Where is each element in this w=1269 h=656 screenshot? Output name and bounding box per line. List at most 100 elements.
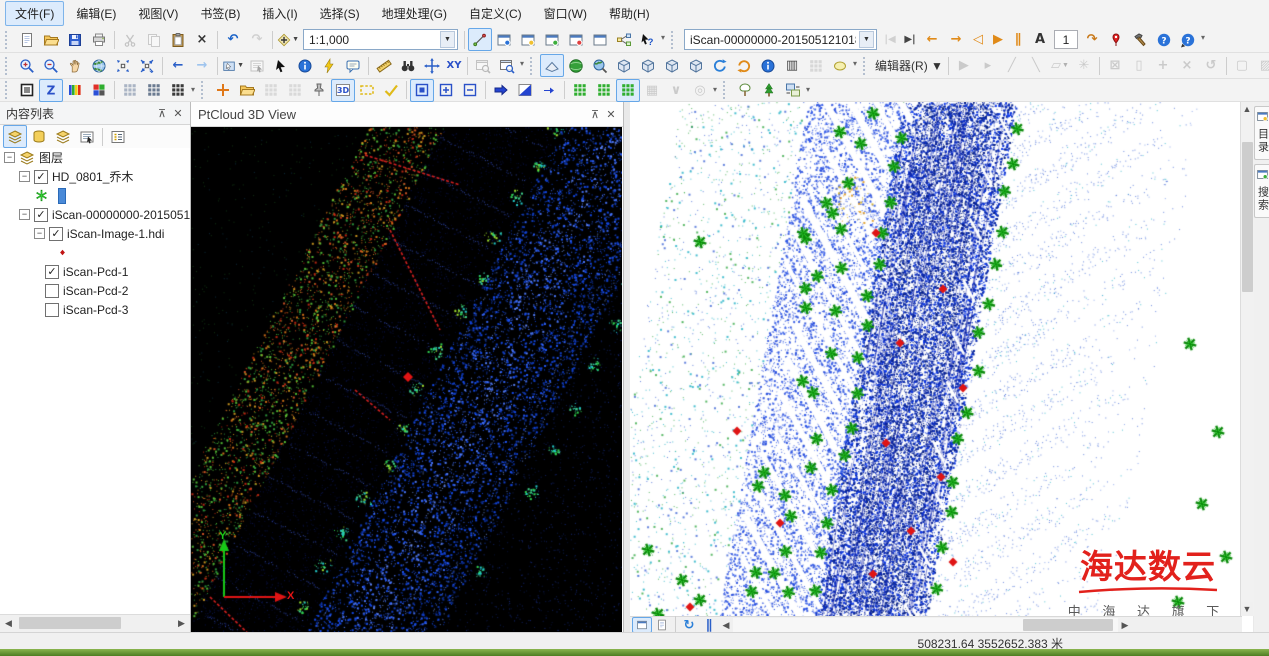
blue-triangle-icon[interactable] xyxy=(513,79,537,102)
toolbar-grip[interactable] xyxy=(671,31,677,49)
viewer-window-icon[interactable] xyxy=(471,54,495,77)
tag-grid-icon[interactable] xyxy=(804,54,828,77)
fixed-zoom-out-icon[interactable] xyxy=(135,54,159,77)
dropdown-caret-icon[interactable]: ▼ xyxy=(859,31,874,48)
tab-catalog[interactable]: 目录 xyxy=(1254,106,1269,160)
scroll-thumb[interactable] xyxy=(1242,142,1253,292)
sketch-line-icon[interactable]: ╱ xyxy=(1000,54,1024,77)
toolbar-overflow-icon[interactable]: ▾ xyxy=(713,85,717,94)
small-arrow-icon[interactable] xyxy=(537,79,561,102)
menu-item-6[interactable]: 选择(S) xyxy=(310,1,370,26)
cut-icon[interactable] xyxy=(118,28,142,51)
copy-icon[interactable] xyxy=(142,28,166,51)
point-grid-light-icon[interactable] xyxy=(118,79,142,102)
point-grid-mid-icon[interactable] xyxy=(142,79,166,102)
tree-row-layer-iscan-project[interactable]: −✓iScan-00000000-20150512101800 xyxy=(0,205,190,224)
menu-item-5[interactable]: 插入(I) xyxy=(252,1,307,26)
undo-icon[interactable]: ↶ xyxy=(221,28,245,51)
what-is-this-icon[interactable]: ? xyxy=(636,28,660,51)
layer-checkbox[interactable]: ✓ xyxy=(45,265,59,279)
edit-vertices-icon[interactable]: ⊠ xyxy=(1103,54,1127,77)
menu-item-10[interactable]: 帮助(H) xyxy=(599,1,660,26)
forward-image-icon[interactable]: → xyxy=(944,28,968,51)
open-document-icon[interactable] xyxy=(39,28,63,51)
back-image-icon[interactable]: ← xyxy=(920,28,944,51)
camera-pose-icon[interactable]: A xyxy=(1028,28,1052,51)
drop-marker-icon[interactable] xyxy=(1104,28,1128,51)
rotate-edit-icon[interactable]: ↺ xyxy=(1199,54,1223,77)
print-icon[interactable] xyxy=(87,28,111,51)
zoom-3d-icon[interactable] xyxy=(588,54,612,77)
toolbar-overflow-icon[interactable]: ▾ xyxy=(806,85,810,94)
select-rect-icon[interactable] xyxy=(355,79,379,102)
attribute-table-icon[interactable] xyxy=(492,28,516,51)
toc-selection-icon[interactable] xyxy=(75,125,99,148)
collapse-icon[interactable]: − xyxy=(4,152,15,163)
green-grid1-icon[interactable] xyxy=(568,79,592,102)
layer-label[interactable]: iScan-Pcd-1 xyxy=(63,265,128,279)
toc-source-icon[interactable] xyxy=(27,125,51,148)
new-document-icon[interactable] xyxy=(15,28,39,51)
reshape-icon[interactable]: ▯ xyxy=(1127,54,1151,77)
scroll-right-icon[interactable]: ▶ xyxy=(173,615,190,631)
vertical-bars-icon[interactable]: ▥ xyxy=(780,54,804,77)
oval-select-icon[interactable] xyxy=(828,54,852,77)
point-grid-dark-icon[interactable] xyxy=(166,79,190,102)
add-section-icon[interactable] xyxy=(211,79,235,102)
cut-polygon-icon[interactable]: × xyxy=(1175,54,1199,77)
toolbar-overflow-icon[interactable]: ▾ xyxy=(853,59,857,68)
collapse-icon[interactable]: − xyxy=(19,209,30,220)
attributes-icon[interactable]: ▢ xyxy=(1230,54,1254,77)
scroll-right-icon[interactable]: ▶ xyxy=(1118,617,1132,633)
pan-icon[interactable] xyxy=(63,54,87,77)
sketch-props-icon[interactable]: ▨ xyxy=(1254,54,1269,77)
open-project-icon[interactable] xyxy=(235,79,259,102)
swap-windows-icon[interactable] xyxy=(781,79,805,102)
move-icon[interactable] xyxy=(420,54,444,77)
layout-view-icon[interactable] xyxy=(652,617,672,633)
layer-label[interactable]: iScan-Image-1.hdi xyxy=(67,227,164,241)
toolbox-window-icon[interactable] xyxy=(564,28,588,51)
tree-row-layer-iscan-image-1[interactable]: −✓iScan-Image-1.hdi xyxy=(0,224,190,243)
fixed-zoom-in-icon[interactable] xyxy=(111,54,135,77)
tree-outline-icon[interactable] xyxy=(733,79,757,102)
forward-extent-icon[interactable]: → xyxy=(190,54,214,77)
tree-row-hd-0801-symbol[interactable] xyxy=(0,186,190,205)
grid-disabled2-icon[interactable] xyxy=(283,79,307,102)
menu-item-8[interactable]: 自定义(C) xyxy=(459,1,532,26)
layer-checkbox[interactable]: ✓ xyxy=(34,170,48,184)
add-data-icon[interactable]: ▼ xyxy=(276,28,300,51)
editor-play-icon[interactable]: ▶ xyxy=(952,54,976,77)
layer-checkbox[interactable] xyxy=(45,284,59,298)
toolbar-overflow-icon[interactable]: ▾ xyxy=(191,85,195,94)
green-grid3-icon[interactable] xyxy=(616,79,640,102)
editor-menu[interactable]: 编辑器(R) ▼ xyxy=(875,57,943,74)
close-panel-icon[interactable]: ✕ xyxy=(603,106,619,122)
layer-label[interactable]: iScan-Pcd-2 xyxy=(63,284,128,298)
catalog-window-icon[interactable] xyxy=(540,28,564,51)
last-image-icon[interactable]: ▶| xyxy=(900,28,920,51)
image-index-field[interactable]: 1 xyxy=(1054,30,1078,49)
measure-icon[interactable] xyxy=(372,54,396,77)
back-extent-icon[interactable]: ← xyxy=(166,54,190,77)
free-view-icon[interactable] xyxy=(684,54,708,77)
green-grid2-icon[interactable] xyxy=(592,79,616,102)
gray-grid-icon[interactable]: ▦ xyxy=(640,79,664,102)
tree-row-iscan-image-symbol[interactable] xyxy=(0,243,190,262)
play-images-icon[interactable]: ▶ xyxy=(988,28,1008,51)
redo-icon[interactable]: ↷ xyxy=(245,28,269,51)
model-builder-icon[interactable] xyxy=(612,28,636,51)
toc-hscrollbar[interactable]: ◀ ▶ xyxy=(0,614,190,632)
scroll-left-icon[interactable]: ◀ xyxy=(719,617,733,633)
add-basemap-icon[interactable] xyxy=(516,28,540,51)
zoom-out-icon[interactable] xyxy=(39,54,63,77)
menu-item-1[interactable]: 文件(F) xyxy=(5,1,64,26)
map-hscrollbar[interactable] xyxy=(733,618,1118,632)
z-color-icon[interactable]: Z xyxy=(39,79,63,102)
layer-label[interactable]: HD_0801_乔木 xyxy=(52,168,133,185)
help-icon[interactable]: ? xyxy=(1152,28,1176,51)
zoom-in-icon[interactable] xyxy=(15,54,39,77)
menu-item-4[interactable]: 书签(B) xyxy=(190,1,250,26)
bar-symbol[interactable] xyxy=(58,188,66,204)
toolbar-grip[interactable] xyxy=(723,81,729,99)
